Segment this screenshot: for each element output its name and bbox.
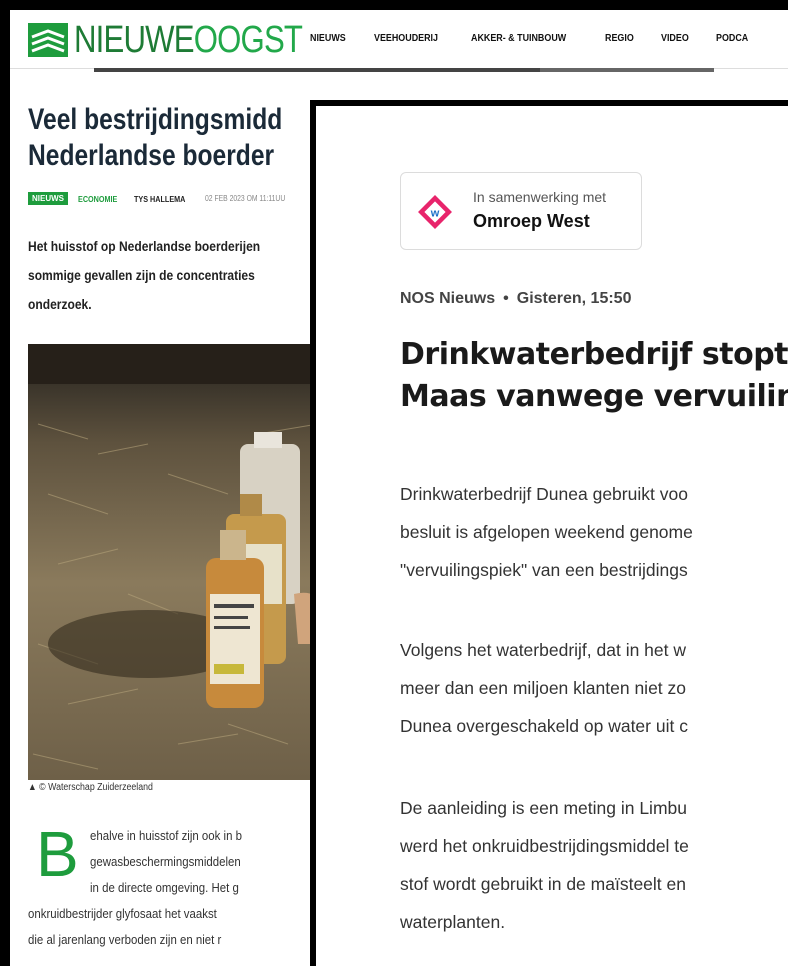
nos-article-window: w In samenwerking met Omroep West NOS Ni… — [310, 100, 788, 966]
nieuwe-oogst-logo[interactable]: NIEUWEOOGST — [28, 20, 352, 60]
paragraph-line: waterplanten. — [400, 912, 506, 932]
separator-dot: • — [503, 290, 509, 307]
paragraph-line: De aanleiding is een meting in Limbu — [400, 798, 687, 818]
article-headline: Drinkwaterbedrijf stopt Maas vanwege ver… — [400, 334, 788, 418]
omroep-west-logo-icon: w — [418, 195, 452, 229]
partner-label: In samenwerking met — [473, 189, 607, 205]
body-text-line: ehalve in huisstof zijn ook in b — [90, 828, 242, 843]
paragraph-line: werd het onkruidbestrijdingsmiddel te — [400, 836, 689, 856]
partner-name: Omroep West — [473, 211, 590, 231]
paragraph-line: besluit is afgelopen weekend genome — [400, 522, 693, 542]
article-meta: NIEUWS ECONOMIE TYS HALLEMA 02 FEB 2023 … — [28, 192, 299, 205]
tag-badge[interactable]: NIEUWS — [28, 192, 68, 205]
nav-item-akker-tuinbouw[interactable]: AKKER- & TUINBOUW — [471, 32, 566, 44]
logo-wordmark: NIEUWEOOGST — [74, 19, 303, 61]
body-text-line: gewasbeschermingsmiddelen — [90, 854, 241, 869]
headline-line: Maas vanwege vervuilin — [400, 379, 788, 414]
drop-cap: B — [36, 818, 79, 890]
category-link[interactable]: ECONOMIE — [78, 194, 117, 204]
paragraph-line: "vervuilingspiek" van een bestrijdings — [400, 560, 688, 580]
reading-progress-bar — [94, 68, 714, 72]
nav-item-video[interactable]: VIDEO — [661, 32, 689, 44]
pesticide-bottles-photo — [28, 344, 328, 780]
body-text-line: die al jarenlang verboden zijn en niet r — [28, 932, 222, 947]
nos-article-page: w In samenwerking met Omroep West NOS Ni… — [316, 106, 788, 966]
nav-item-veehouderij[interactable]: VEEHOUDERIJ — [374, 32, 438, 44]
outlet-name: NOS Nieuws — [400, 290, 496, 307]
intro-line: onderzoek. — [28, 296, 92, 312]
intro-line: Het huisstof op Nederlandse boerderijen — [28, 238, 261, 254]
paragraph-line: stof wordt gebruikt in de maïsteelt en — [400, 874, 686, 894]
article-source: NOS Nieuws • Gisteren, 15:50 — [400, 290, 631, 308]
nav-item-podcast[interactable]: PODCA — [716, 32, 748, 44]
body-text-line: in de directe omgeving. Het g — [90, 880, 239, 895]
photo-caption: ▲ © Waterschap Zuiderzeeland — [28, 782, 153, 793]
intro-line: sommige gevallen zijn de concentraties — [28, 267, 255, 283]
article-intro: Het huisstof op Nederlandse boerderijen … — [28, 232, 338, 319]
main-nav: NIEUWS VEEHOUDERIJ AKKER- & TUINBOUW REG… — [310, 32, 776, 44]
author-link[interactable]: TYS HALLEMA — [134, 194, 185, 204]
site-header: NIEUWEOOGST NIEUWS VEEHOUDERIJ AKKER- & … — [10, 10, 788, 69]
logo-mark-icon — [28, 23, 68, 57]
paragraph-line: Drinkwaterbedrijf Dunea gebruikt voo — [400, 484, 688, 504]
body-text-line: onkruidbestrijder glyfosaat het vaakst — [28, 906, 217, 921]
reading-progress-fill — [94, 68, 541, 72]
article-photo — [28, 344, 328, 780]
publish-date: 02 FEB 2023 OM 11:11UU — [204, 194, 285, 203]
paragraph-line: meer dan een miljoen klanten niet zo — [400, 678, 687, 698]
publish-time: Gisteren, 15:50 — [516, 290, 632, 307]
paragraph-line: Volgens het waterbedrijf, dat in het w — [400, 640, 687, 660]
nav-item-nieuws[interactable]: NIEUWS — [310, 32, 346, 44]
svg-text:w: w — [430, 208, 440, 220]
paragraph-line: Dunea overgeschakeld op water uit c — [400, 716, 688, 736]
headline-line: Drinkwaterbedrijf stopt — [400, 337, 788, 372]
partner-card[interactable]: w In samenwerking met Omroep West — [400, 172, 642, 250]
nav-item-regio[interactable]: REGIO — [605, 32, 634, 44]
